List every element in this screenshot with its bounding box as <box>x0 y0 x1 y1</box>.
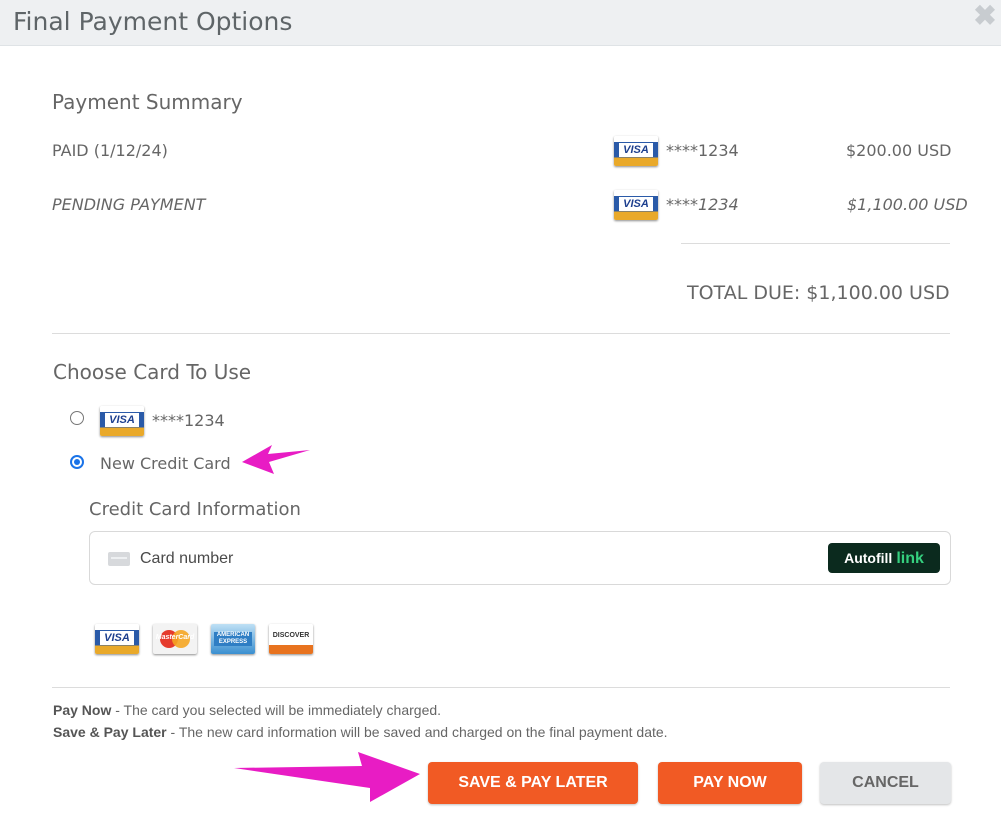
radio-new-credit-card[interactable] <box>70 455 84 469</box>
discover-brand-logo: DISCOVER <box>272 632 310 639</box>
save-pay-later-button[interactable]: SAVE & PAY LATER <box>428 762 638 804</box>
summary-row-amount: $200.00 USD <box>846 141 952 160</box>
annotation-arrow-icon <box>242 445 310 474</box>
cancel-button[interactable]: CANCEL <box>820 762 951 804</box>
note-text: - The new card information will be saved… <box>166 724 668 740</box>
visa-card-logo: VISA <box>619 143 653 157</box>
summary-row-label: PAID (1/12/24) <box>52 141 168 160</box>
note-term: Save & Pay Later <box>53 724 167 740</box>
amex-brand-logo: AMERICAN EXPRESS <box>214 632 252 646</box>
pay-now-button[interactable]: PAY NOW <box>658 762 802 804</box>
card-chip-icon <box>108 552 130 566</box>
visa-card-icon: VISA <box>100 406 144 436</box>
card-number-input[interactable] <box>138 545 742 573</box>
visa-brand-icon: VISA <box>95 624 139 654</box>
choose-card-heading: Choose Card To Use <box>53 360 252 384</box>
autofill-label: Autofill <box>844 550 893 566</box>
saved-card-label: ****1234 <box>152 411 225 430</box>
section-divider <box>52 333 950 334</box>
total-due: TOTAL DUE: $1,100.00 USD <box>687 282 950 304</box>
note-text: - The card you selected will be immediat… <box>111 702 442 718</box>
discover-brand-icon: DISCOVER <box>269 624 313 654</box>
visa-card-logo: VISA <box>105 413 139 427</box>
save-pay-later-note: Save & Pay Later - The new card informat… <box>53 724 668 740</box>
note-term: Pay Now <box>53 702 112 718</box>
mastercard-brand-logo: MasterCard <box>155 634 195 641</box>
visa-card-icon: VISA <box>614 136 658 166</box>
radio-saved-card[interactable] <box>70 411 84 425</box>
total-divider <box>681 243 950 244</box>
pay-now-note: Pay Now - The card you selected will be … <box>53 702 441 718</box>
credit-card-info-heading: Credit Card Information <box>89 499 301 520</box>
payment-summary-heading: Payment Summary <box>52 90 243 114</box>
summary-row-card: ****1234 <box>666 195 739 214</box>
mastercard-brand-icon: MasterCard <box>153 624 197 654</box>
notes-divider <box>52 687 950 688</box>
summary-row-card: ****1234 <box>666 141 739 160</box>
amex-brand-icon: AMERICAN EXPRESS <box>211 624 255 654</box>
summary-row-label: PENDING PAYMENT <box>52 195 206 214</box>
autofill-link-label: link <box>896 550 924 567</box>
autofill-link-button[interactable]: Autofill link <box>828 543 940 573</box>
close-icon[interactable]: ✖ <box>973 1 997 31</box>
summary-row-amount: $1,100.00 USD <box>847 195 968 214</box>
dialog-titlebar: Final Payment Options ✖ <box>0 0 1001 46</box>
dialog-title: Final Payment Options <box>13 7 293 36</box>
card-number-field[interactable]: Autofilllink <box>89 531 951 585</box>
visa-brand-logo: VISA <box>100 631 134 645</box>
annotation-arrow-icon <box>234 752 420 802</box>
visa-card-icon: VISA <box>614 190 658 220</box>
visa-card-logo: VISA <box>619 197 653 211</box>
new-credit-card-label[interactable]: New Credit Card <box>100 454 231 473</box>
